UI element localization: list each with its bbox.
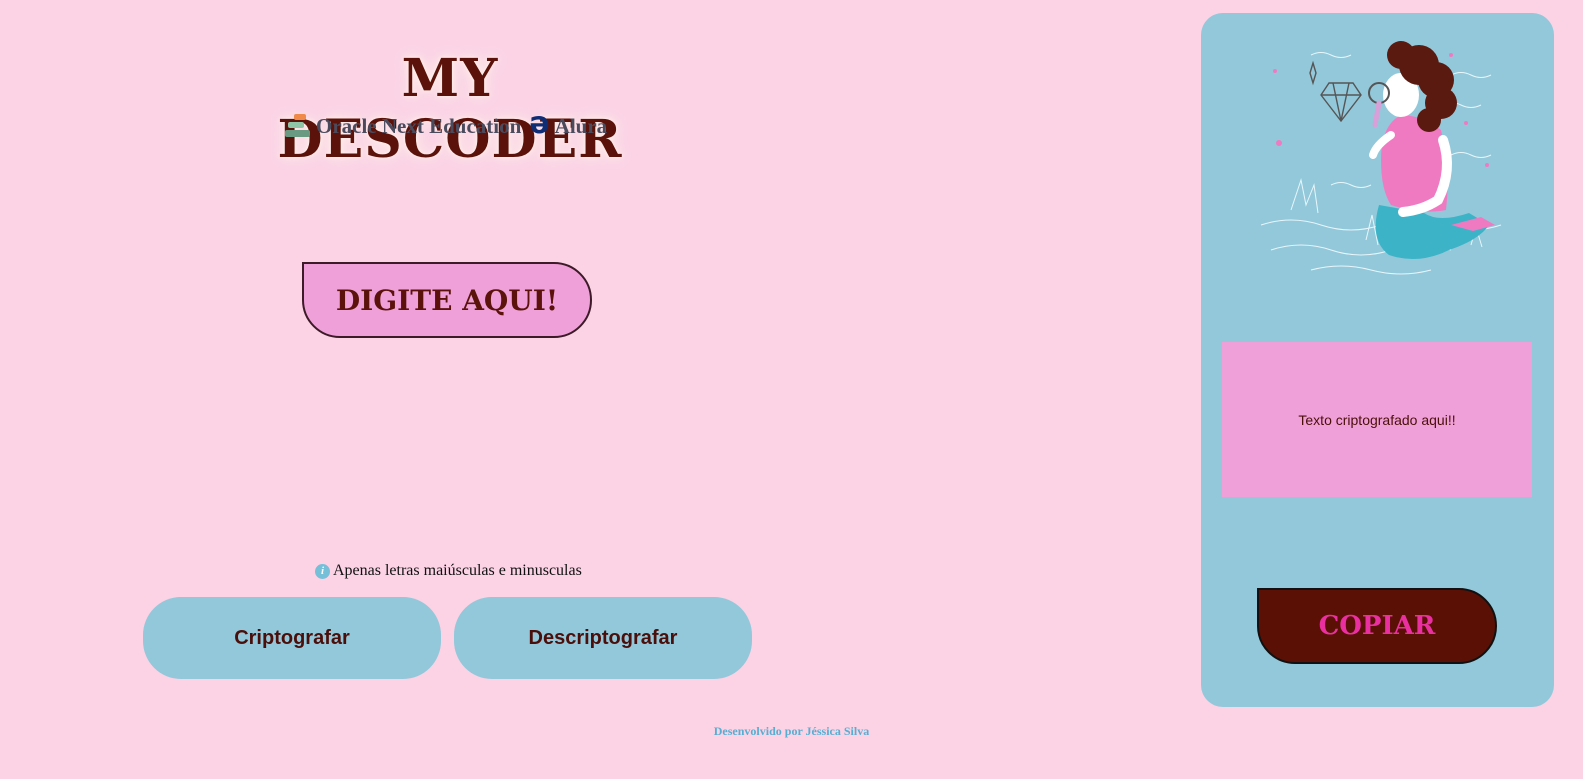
hint-text: Apenas letras maiúsculas e minusculas <box>333 562 582 579</box>
text-input[interactable] <box>302 262 592 338</box>
alura-logo-icon: ə <box>529 105 550 141</box>
copy-button[interactable]: COPIAR <box>1257 588 1497 664</box>
output-textbox: Texto criptografado aqui!! <box>1222 342 1532 497</box>
subtitle: Oracle Next Education ə Alura <box>284 108 608 140</box>
subtitle-alura: Alura <box>554 114 608 138</box>
encrypt-button[interactable]: Criptografar <box>143 597 441 679</box>
info-icon: i <box>315 563 330 579</box>
subtitle-oracle: Oracle Next Education <box>316 114 522 138</box>
woman-magnifying-glass-illustration <box>1260 41 1502 275</box>
hint: i Apenas letras maiúsculas e minusculas <box>315 562 582 580</box>
footer-credit: Desenvolvido por Jéssica Silva <box>713 724 870 738</box>
output-panel: Texto criptografado aqui!! COPIAR <box>1201 13 1554 707</box>
output-text: Texto criptografado aqui!! <box>1298 411 1456 428</box>
one-logo-icon <box>285 114 310 137</box>
page: MY DESCODER Oracle Next Education ə Alur… <box>0 0 1583 779</box>
decrypt-button[interactable]: Descriptografar <box>454 597 752 679</box>
page-title: MY DESCODER <box>277 48 623 170</box>
